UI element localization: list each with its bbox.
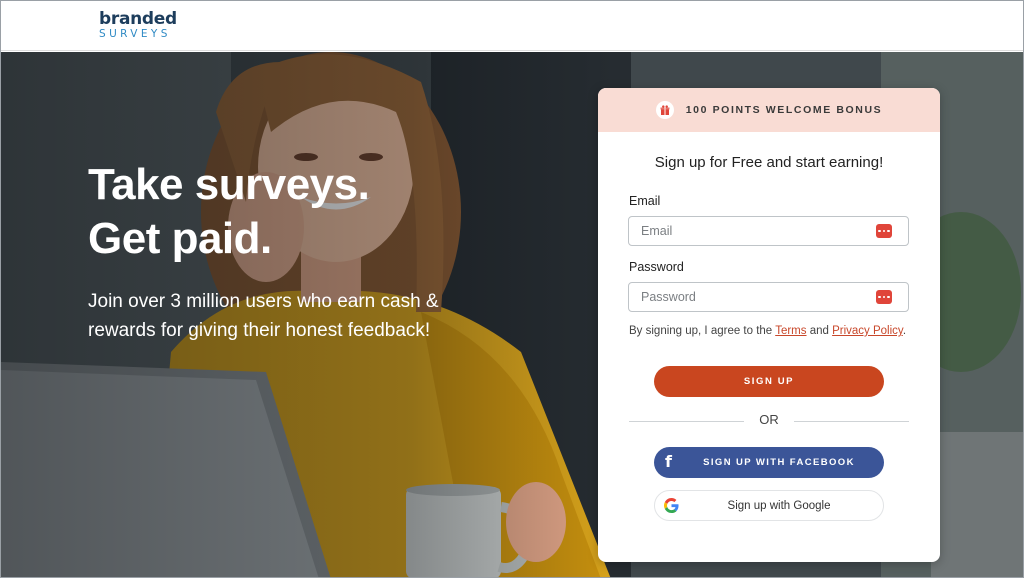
hero-headline-line2: Get paid.	[88, 214, 272, 263]
terms-suffix: .	[902, 325, 907, 337]
terms-notice: By signing up, I agree to the Terms and …	[629, 325, 906, 337]
email-field[interactable]	[628, 216, 909, 246]
hero-headline: Take surveys. Get paid.	[88, 158, 488, 266]
facebook-signup-button[interactable]: f SIGN UP WITH FACEBOOK	[654, 447, 884, 478]
brand-logo[interactable]: branded SURVEYS	[99, 11, 177, 40]
privacy-policy-link[interactable]: Privacy Policy	[832, 325, 903, 337]
or-divider-text: OR	[759, 412, 779, 427]
welcome-bonus-banner: 100 POINTS WELCOME BONUS	[598, 88, 940, 132]
google-signup-button[interactable]: Sign up with Google	[654, 490, 884, 521]
hero-section: Take surveys. Get paid. Join over 3 mill…	[1, 52, 1023, 577]
sign-up-button[interactable]: SIGN UP	[654, 366, 884, 397]
divider-right	[794, 421, 909, 422]
page: branded SURVEYS Take surveys. Get paid. …	[0, 0, 1024, 578]
facebook-signup-label: SIGN UP WITH FACEBOOK	[703, 457, 855, 468]
password-field[interactable]	[628, 282, 909, 312]
google-signup-label: Sign up with Google	[727, 499, 831, 512]
signup-card: 100 POINTS WELCOME BONUS Sign up for Fre…	[598, 88, 940, 562]
terms-and: and	[806, 325, 833, 337]
gift-icon	[655, 101, 674, 119]
password-manager-icon[interactable]	[876, 224, 892, 238]
hero-subtext: Join over 3 million users who earn cash …	[88, 291, 439, 341]
welcome-bonus-text: 100 POINTS WELCOME BONUS	[685, 104, 883, 116]
password-label: Password	[629, 260, 684, 274]
signup-title: Sign up for Free and start earning!	[654, 154, 884, 171]
password-manager-icon[interactable]	[876, 290, 892, 304]
brand-logo-line1: branded	[99, 9, 177, 29]
top-header: branded SURVEYS	[1, 1, 1023, 51]
email-label: Email	[629, 194, 661, 208]
brand-logo-line2: SURVEYS	[99, 28, 171, 40]
terms-prefix: By signing up, I agree to the	[629, 325, 776, 337]
terms-link[interactable]: Terms	[775, 325, 806, 337]
hero-headline-line1: Take surveys.	[88, 160, 370, 209]
